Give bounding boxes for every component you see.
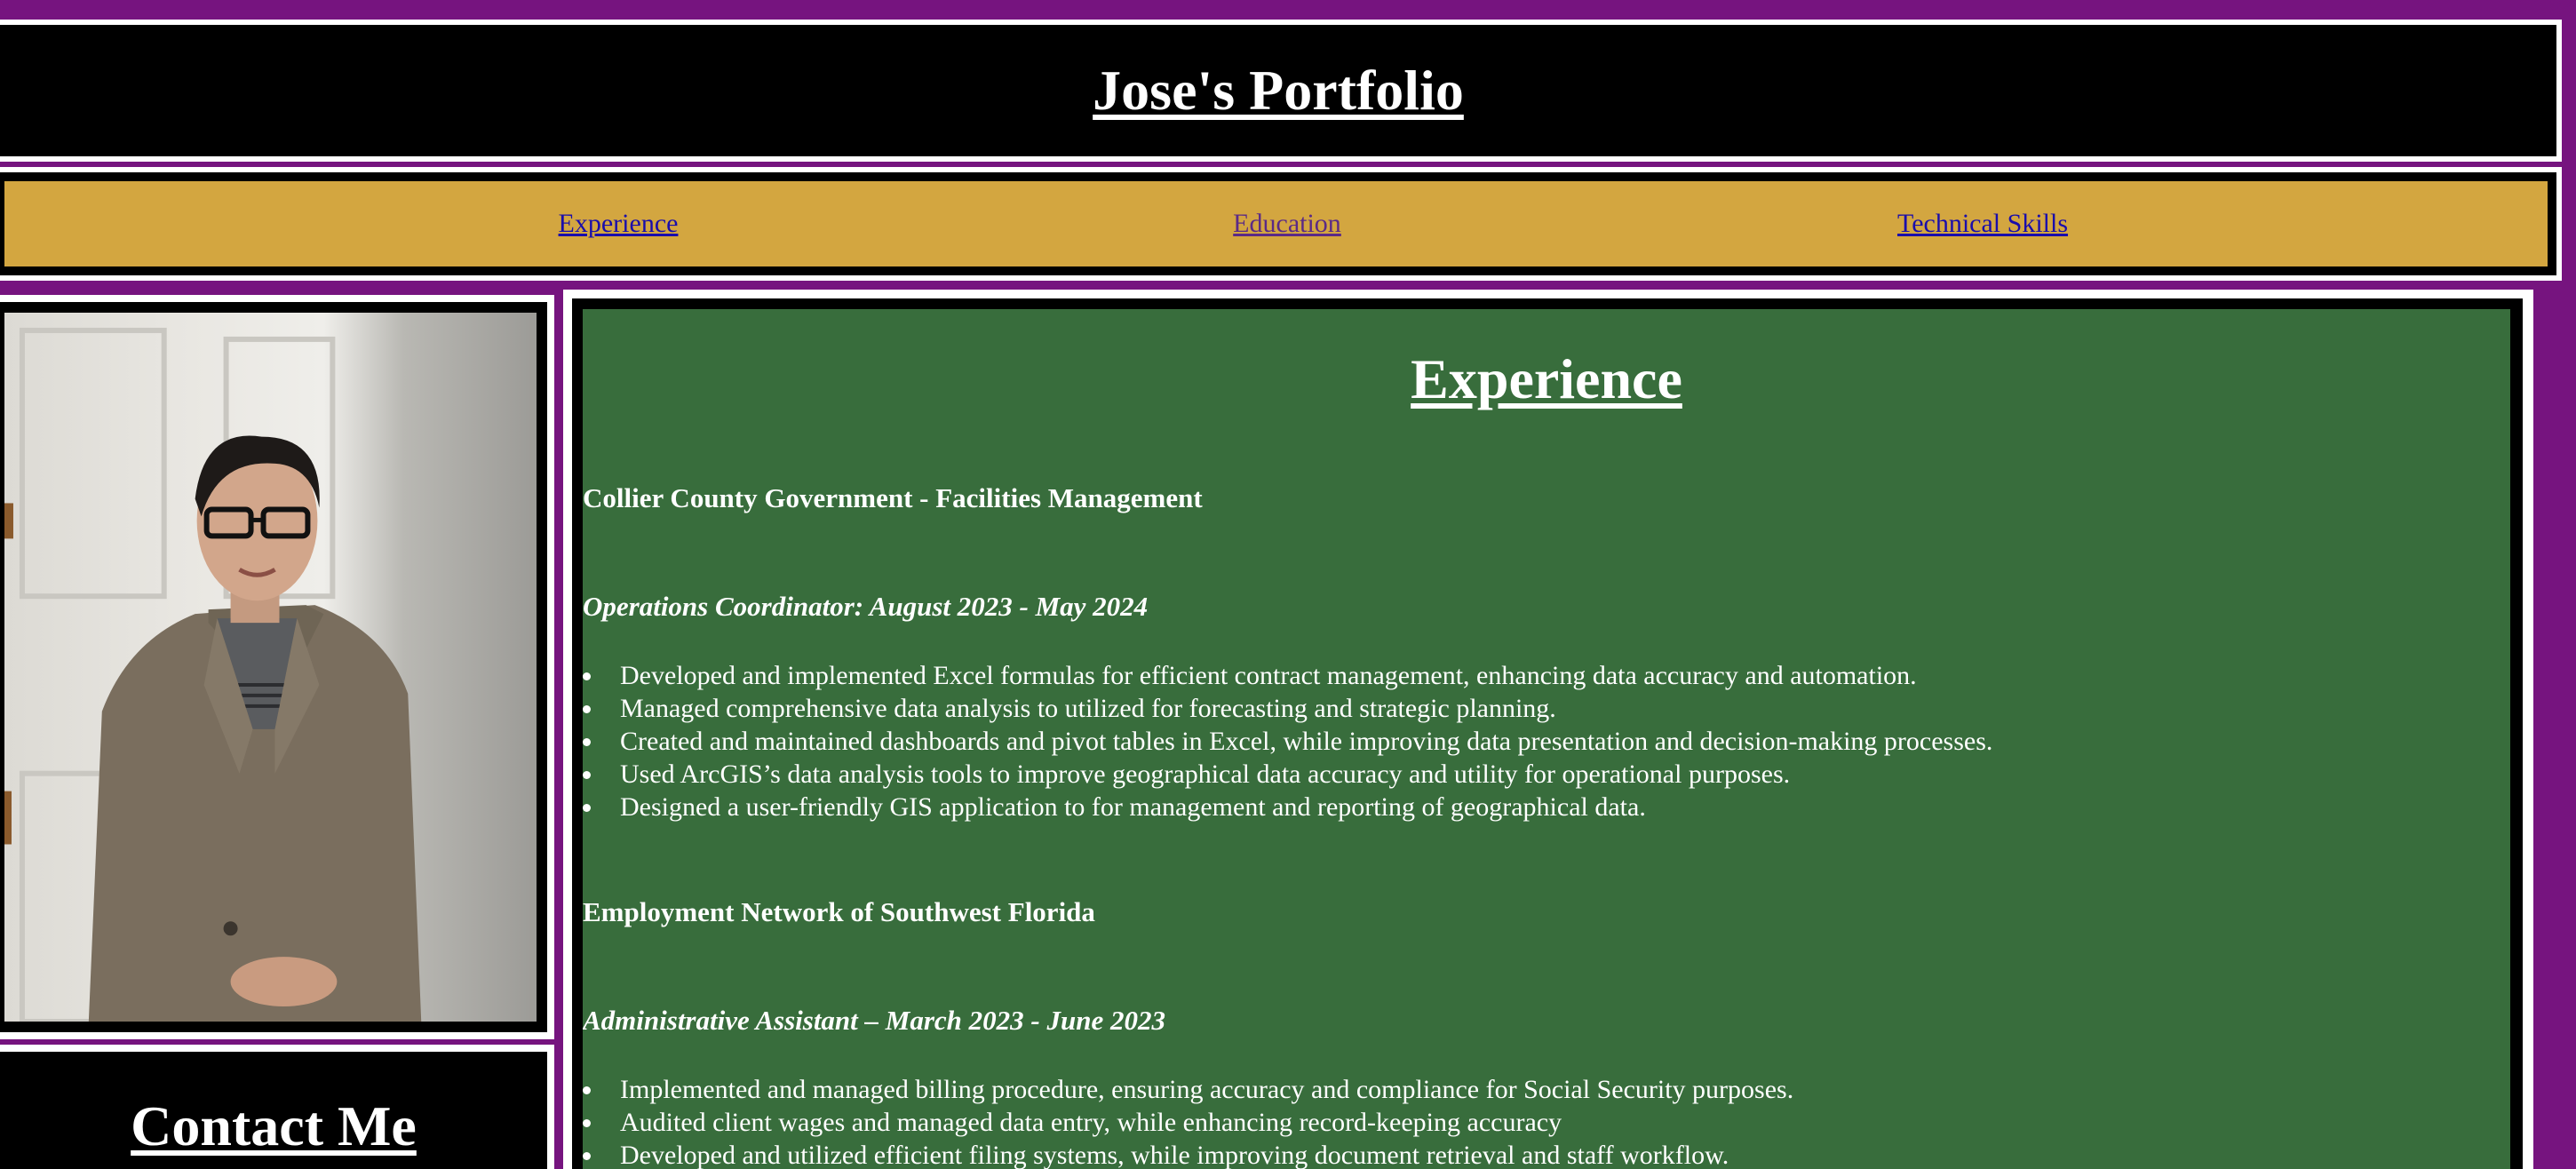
- list-item: Created and maintained dashboards and pi…: [583, 725, 2510, 758]
- site-title: Jose's Portfolio: [1093, 59, 1464, 122]
- job-role: Administrative Assistant – March 2023 - …: [583, 1005, 1165, 1036]
- job-entry: Collier County Government - Facilities M…: [583, 481, 2510, 822]
- list-item: Designed a user-friendly GIS application…: [583, 791, 2510, 823]
- list-item: Developed and implemented Excel formulas…: [583, 659, 2510, 692]
- nav-bar: Experience Education Technical Skills: [0, 167, 2562, 281]
- list-item: Implemented and managed billing procedur…: [583, 1073, 2510, 1106]
- section-heading: Experience: [1411, 347, 1682, 410]
- list-item: Used ArcGIS’s data analysis tools to imp…: [583, 758, 2510, 791]
- nav-link-education[interactable]: Education: [1233, 209, 1341, 239]
- job-role: Operations Coordinator: August 2023 - Ma…: [583, 591, 1149, 622]
- experience-content: Experience Collier County Government - F…: [583, 309, 2510, 1169]
- job-entry: Employment Network of Southwest Florida …: [583, 895, 2510, 1169]
- list-item: Developed and utilized efficient filing …: [583, 1139, 2510, 1169]
- nav-link-technical-skills[interactable]: Technical Skills: [1897, 209, 2068, 239]
- contact-section: Contact Me: [0, 1045, 554, 1169]
- nav-link-experience[interactable]: Experience: [559, 209, 679, 239]
- job-bullets: Developed and implemented Excel formulas…: [583, 659, 2510, 823]
- experience-section: Experience Collier County Government - F…: [563, 290, 2533, 1169]
- contact-heading: Contact Me: [131, 1094, 417, 1157]
- site-header: Jose's Portfolio: [0, 20, 2562, 162]
- profile-photo: [4, 313, 537, 1022]
- list-item: Managed comprehensive data analysis to u…: [583, 692, 2510, 725]
- job-organization: Employment Network of Southwest Florida: [583, 896, 1095, 927]
- job-bullets: Implemented and managed billing procedur…: [583, 1073, 2510, 1169]
- profile-photo-frame: [0, 295, 554, 1039]
- list-item: Audited client wages and managed data en…: [583, 1106, 2510, 1139]
- job-organization: Collier County Government - Facilities M…: [583, 482, 1203, 513]
